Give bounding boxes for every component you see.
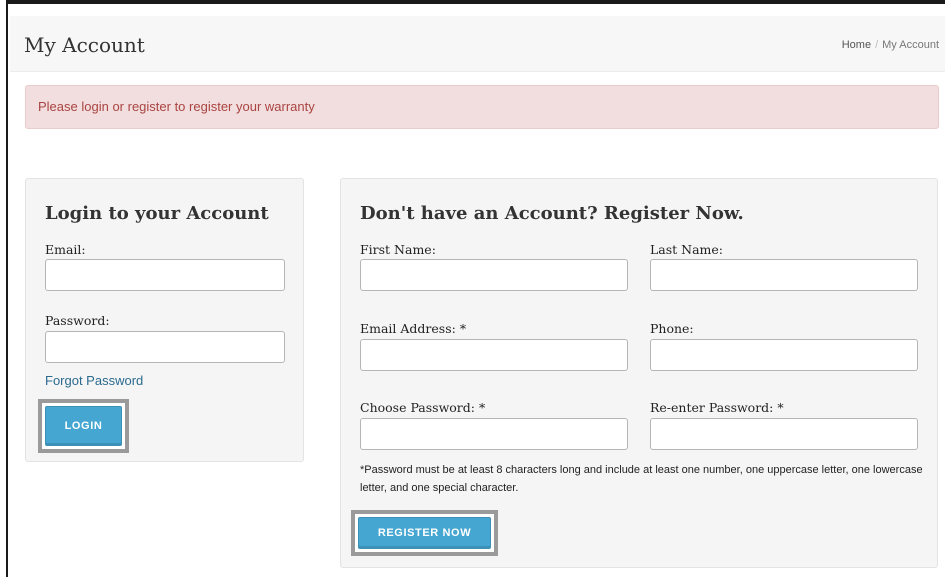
window-left-border — [0, 0, 8, 577]
password-requirements-note: *Password must be at least 8 characters … — [360, 464, 923, 494]
breadcrumb-current: My Account — [882, 39, 939, 51]
reenter-password-input[interactable] — [650, 418, 918, 450]
login-email-input[interactable] — [45, 259, 285, 291]
login-password-input[interactable] — [45, 331, 285, 363]
first-name-input[interactable] — [360, 259, 628, 291]
forgot-password-link[interactable]: Forgot Password — [45, 373, 143, 388]
phone-label: Phone: — [650, 321, 694, 336]
page-title: My Account — [24, 33, 145, 57]
last-name-input[interactable] — [650, 259, 918, 291]
breadcrumb-home-link[interactable]: Home — [842, 39, 871, 51]
choose-password-label: Choose Password: * — [360, 400, 486, 415]
login-button[interactable]: LOGIN — [45, 406, 122, 446]
login-email-label: Email: — [45, 242, 86, 257]
register-now-button[interactable]: REGISTER NOW — [358, 517, 491, 549]
login-title: Login to your Account — [45, 203, 269, 224]
last-name-label: Last Name: — [650, 242, 724, 257]
register-panel: Don't have an Account? Register Now. Fir… — [340, 178, 938, 568]
email-address-input[interactable] — [360, 339, 628, 371]
breadcrumb-separator: / — [875, 39, 879, 51]
window-top-border — [0, 0, 945, 4]
login-password-label: Password: — [45, 313, 110, 328]
reenter-password-label: Re-enter Password: * — [650, 400, 784, 415]
login-panel: Login to your Account Email: Password: F… — [25, 178, 304, 462]
choose-password-input[interactable] — [360, 418, 628, 450]
breadcrumb: Home / My Account — [842, 39, 939, 51]
phone-input[interactable] — [650, 339, 918, 371]
page-header: My Account Home / My Account — [10, 16, 945, 72]
email-address-label: Email Address: * — [360, 321, 467, 336]
login-button-highlight: LOGIN — [38, 399, 129, 453]
register-button-highlight: REGISTER NOW — [351, 510, 498, 556]
first-name-label: First Name: — [360, 242, 436, 257]
warranty-alert: Please login or register to register you… — [25, 85, 939, 129]
register-title: Don't have an Account? Register Now. — [360, 203, 744, 224]
